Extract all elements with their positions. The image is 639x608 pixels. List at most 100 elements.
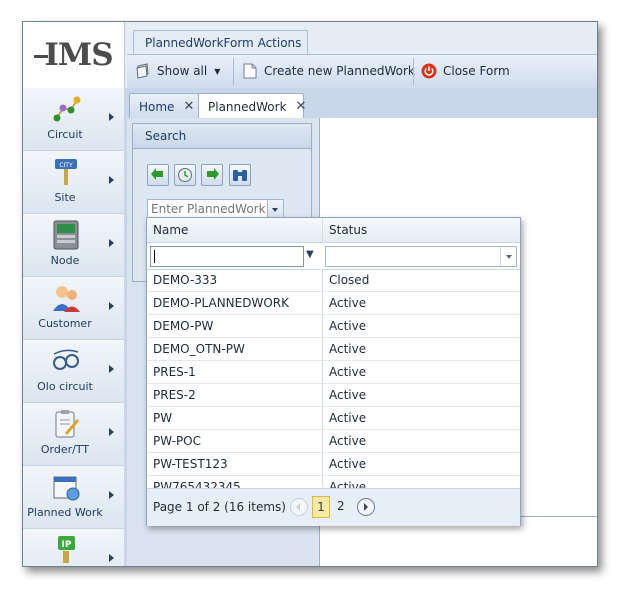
power-icon: [421, 63, 437, 79]
nav-item-order-tt[interactable]: Order/TT: [23, 403, 124, 466]
cell-name: DEMO-PW: [153, 319, 214, 333]
filter-icon[interactable]: ▼: [306, 249, 314, 260]
column-header-name[interactable]: Name: [153, 223, 188, 237]
table-row[interactable]: PW-TEST123 Active: [147, 453, 520, 476]
table-row[interactable]: DEMO-PLANNEDWORK Active: [147, 292, 520, 315]
show-all-button[interactable]: Show all ▼: [135, 59, 220, 83]
tab-label: PlannedWork: [208, 99, 287, 114]
order-icon: [55, 410, 79, 438]
layers-icon: [136, 63, 149, 79]
nav-item-node[interactable]: Node: [23, 214, 124, 277]
cell-status: Closed: [329, 273, 370, 287]
table-row[interactable]: PW Active: [147, 407, 520, 430]
cell-status: Active: [329, 365, 367, 379]
grid-rows: DEMO-333 Closed DEMO-PLANNEDWORK Active DE…: [147, 269, 520, 499]
actions-toolbar: Show all ▼ Create new PlannedWork Close …: [127, 54, 597, 90]
arrow-back-icon: [151, 168, 163, 180]
find-button[interactable]: [229, 164, 251, 186]
plannedwork-dropdown-grid: Name Status ▼ DEMO-333 Closed DEMO-PLANNE…: [146, 217, 521, 526]
nav-item-site[interactable]: CITY Site: [23, 151, 124, 214]
cell-name: PRES-1: [153, 365, 196, 379]
table-row[interactable]: DEMO_OTN-PW Active: [147, 338, 520, 361]
cell-name: DEMO-333: [153, 273, 218, 287]
tab-label: Home: [139, 99, 175, 114]
cell-name: PRES-2: [153, 388, 196, 402]
plannedwork-name-input[interactable]: [148, 200, 272, 217]
nav-label: Customer: [38, 317, 92, 330]
cell-status: Active: [329, 319, 367, 333]
cell-name: PW: [153, 411, 173, 425]
cell-name: PW-POC: [153, 434, 202, 448]
nav-item-ip[interactable]: IP: [23, 529, 124, 566]
logo-text: IMS: [34, 37, 114, 73]
actions-tab[interactable]: PlannedWorkForm Actions: [133, 30, 308, 55]
close-form-button[interactable]: Close Form: [421, 59, 510, 83]
nav-item-olo-circuit[interactable]: Olo circuit: [23, 340, 124, 403]
nav-item-circuit[interactable]: Circuit: [23, 88, 124, 151]
tab-plannedwork[interactable]: PlannedWork ✕: [198, 93, 307, 119]
back-button[interactable]: [147, 164, 169, 186]
next-page-button[interactable]: [357, 498, 375, 516]
node-icon: [53, 220, 79, 250]
chevron-right-icon: [109, 491, 114, 499]
binoculars-icon: [233, 170, 247, 181]
ip-badge-text: IP: [62, 540, 72, 550]
create-new-plannedwork-button[interactable]: Create new PlannedWork: [243, 59, 415, 83]
cell-status: Active: [329, 296, 367, 310]
chevron-down-icon: ▼: [214, 66, 221, 76]
forward-button[interactable]: [201, 164, 223, 186]
grid-pager: Page 1 of 2 (16 items) 1 2: [147, 488, 520, 526]
table-row[interactable]: PRES-1 Active: [147, 361, 520, 384]
clock-icon: [178, 168, 192, 182]
customer-icon: [53, 286, 80, 312]
chevron-right-icon: [109, 428, 114, 436]
grid-header: Name Status: [147, 218, 520, 243]
show-all-label: Show all: [157, 64, 208, 78]
table-row[interactable]: DEMO-333 Closed: [147, 269, 520, 292]
left-navigation: Circuit CITY Site Node Customer Olo circ…: [23, 88, 125, 566]
cell-name: PW-TEST123: [153, 457, 228, 471]
new-document-icon: [243, 63, 257, 79]
actions-tab-label: PlannedWorkForm Actions: [145, 36, 302, 50]
name-filter-input[interactable]: [150, 246, 304, 267]
nav-label: Site: [54, 191, 76, 204]
page-2-button[interactable]: 2: [337, 499, 345, 513]
search-title: Search: [145, 129, 187, 143]
column-header-status[interactable]: Status: [329, 223, 367, 237]
chevron-right-icon: [109, 176, 114, 184]
filter-row: ▼: [147, 243, 520, 270]
nav-label: Node: [50, 254, 80, 267]
chevron-right-icon: [109, 239, 114, 247]
create-new-label: Create new PlannedWork: [264, 64, 415, 78]
chevron-right-icon: [109, 365, 114, 373]
table-row[interactable]: PW-POC Active: [147, 430, 520, 453]
chevron-right-icon: [109, 113, 114, 121]
close-icon[interactable]: ✕: [296, 99, 307, 114]
table-row[interactable]: DEMO-PW Active: [147, 315, 520, 338]
nav-label: Order/TT: [40, 443, 90, 456]
close-icon[interactable]: ✕: [183, 99, 194, 114]
app-window: IMS PlannedWorkForm Actions Show all ▼ C…: [22, 21, 598, 567]
nav-label: Circuit: [47, 128, 83, 141]
cell-status: Active: [329, 434, 367, 448]
pager-info: Page 1 of 2 (16 items): [153, 500, 286, 514]
toolbar-divider: [413, 58, 414, 85]
chevron-right-icon: [109, 554, 114, 562]
status-filter-select[interactable]: [325, 246, 517, 267]
cell-status: Active: [329, 457, 367, 471]
table-row[interactable]: PRES-2 Active: [147, 384, 520, 407]
nav-item-customer[interactable]: Customer: [23, 277, 124, 340]
search-panel-header: Search: [133, 124, 311, 149]
cell-name: DEMO_OTN-PW: [153, 342, 245, 356]
page-1-button[interactable]: 1: [312, 496, 330, 518]
previous-page-button[interactable]: [290, 498, 308, 516]
history-button[interactable]: [174, 164, 196, 186]
svg-text:CITY: CITY: [59, 162, 73, 169]
nav-item-planned-work[interactable]: Planned Work: [23, 466, 124, 529]
cell-status: Active: [329, 342, 367, 356]
tab-home[interactable]: Home ✕: [129, 93, 199, 119]
planned-work-icon: [53, 476, 80, 501]
arrow-forward-icon: [207, 168, 219, 180]
toolbar-divider: [233, 58, 234, 85]
olo-circuit-icon: [53, 349, 79, 370]
